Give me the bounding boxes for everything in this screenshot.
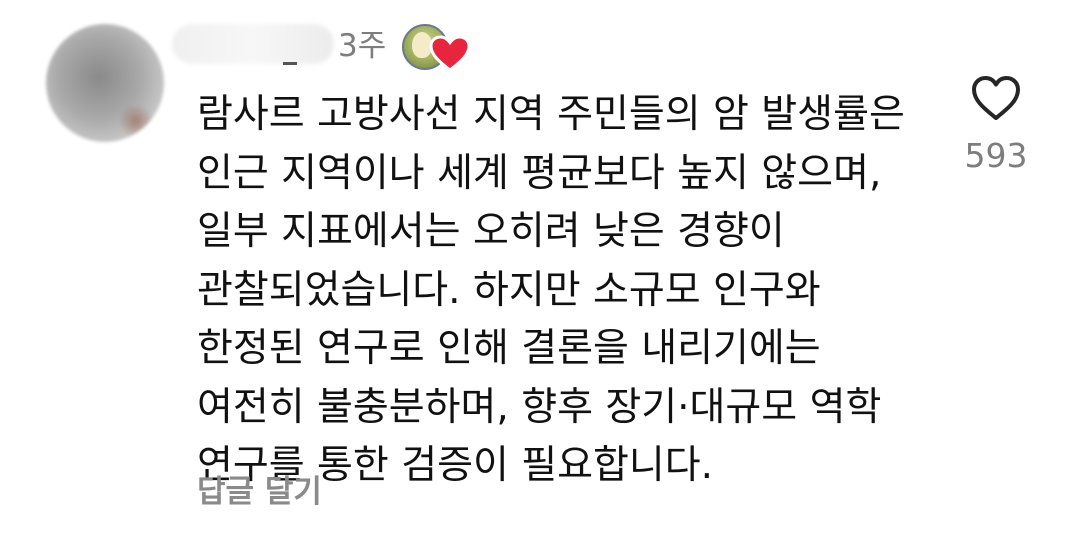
comment-line: 인근 지역이나 세계 평균보다 높지 않으며, xyxy=(197,150,882,196)
username-redacted[interactable] xyxy=(172,24,334,64)
avatar-blur-detail xyxy=(116,106,156,136)
comment-line: 여전히 불충분하며, 향후 장기·대규모 역학 xyxy=(197,384,882,430)
reply-button[interactable]: 답글 달기 xyxy=(197,472,322,512)
heart-badge-icon xyxy=(429,35,471,72)
like-count: 593 xyxy=(964,136,1028,175)
comment-line: 한정된 연구로 인해 결론을 내리기에는 xyxy=(197,326,821,371)
like-heart-icon[interactable] xyxy=(970,74,1022,122)
comment-text: 람사르 고방사선 지역 주민들의 암 발생률은 인근 지역이나 세계 평균보다 … xyxy=(197,86,917,496)
avatar[interactable] xyxy=(46,24,164,142)
comment-line: 람사르 고방사선 지역 주민들의 암 발생률은 xyxy=(197,92,905,137)
comment-item: 3주 람사르 고방사선 지역 주민들의 암 발생률은 인근 지역이나 세계 평균… xyxy=(0,0,1080,542)
comment-line: 관찰되었습니다. 하지만 소규모 인구와 xyxy=(197,267,821,313)
comment-line: 일부 지표에서는 오히려 낮은 경향이 xyxy=(197,209,785,254)
profile-badge-icon xyxy=(402,24,471,72)
username-underscore xyxy=(283,62,297,65)
comment-timestamp: 3주 xyxy=(338,28,387,64)
